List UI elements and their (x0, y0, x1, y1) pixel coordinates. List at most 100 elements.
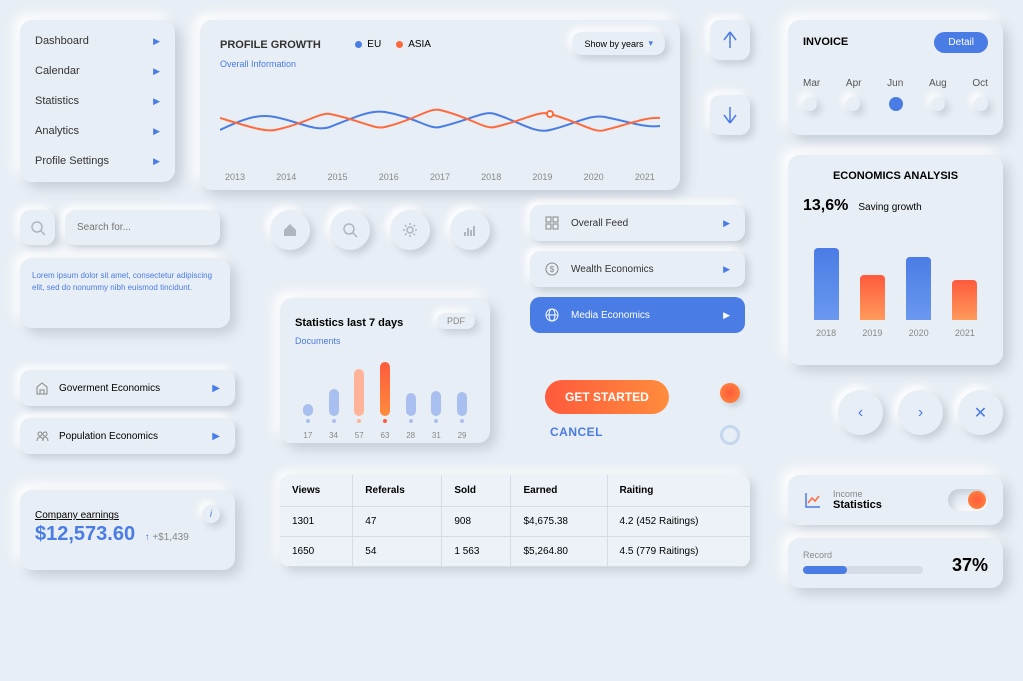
econ-x-axis: 2018201920202021 (803, 328, 988, 338)
month-radio[interactable] (931, 97, 945, 111)
econ-percent: 13,6% (803, 197, 848, 215)
month-radio[interactable] (846, 97, 860, 111)
chart-line-icon (803, 490, 823, 510)
dollar-icon: $ (545, 262, 559, 276)
prev-button[interactable]: ‹ (838, 390, 883, 435)
chart-x-axis: 201320142015201620172018201920202021 (220, 172, 660, 182)
sidebar-label: Dashboard (35, 35, 89, 47)
col-sold: Sold (442, 475, 511, 507)
cancel-button[interactable]: CANCEL (550, 425, 603, 439)
sidebar-label: Analytics (35, 125, 79, 137)
chevron-right-icon: ▶ (723, 264, 730, 275)
chart-subtitle: Overall Information (220, 59, 660, 69)
chevron-left-icon: ‹ (858, 404, 863, 422)
sidebar-item-analytics[interactable]: Analytics ▶ (20, 116, 175, 146)
orange-indicator-icon (720, 383, 740, 403)
show-by-label: Show by years (584, 39, 643, 49)
pdf-button[interactable]: PDF (437, 313, 475, 329)
close-button[interactable]: ✕ (958, 390, 1003, 435)
arrow-up-icon (722, 30, 738, 50)
legend-label: EU (367, 39, 381, 50)
arrow-down-button[interactable] (710, 95, 750, 135)
month-radio[interactable] (974, 97, 988, 111)
earnings-delta: ↑ +$1,439 (145, 532, 189, 543)
chart-icon-button[interactable] (450, 210, 490, 250)
gear-icon (402, 222, 418, 238)
search-icon (342, 222, 358, 238)
chevron-right-icon: › (918, 404, 923, 422)
icon-toolbar (270, 210, 490, 250)
legend-label: ASIA (408, 39, 431, 50)
earnings-title: Company earnings (35, 510, 119, 521)
legend-dot-eu (355, 41, 362, 48)
month-radio[interactable] (803, 97, 817, 111)
svg-text:$: $ (550, 265, 555, 274)
grid-icon (545, 216, 559, 230)
sidebar-item-calendar[interactable]: Calendar ▶ (20, 56, 175, 86)
stats-subtitle: Documents (295, 336, 475, 346)
close-icon: ✕ (974, 403, 987, 423)
info-icon[interactable]: i (202, 505, 220, 523)
next-button[interactable]: › (898, 390, 943, 435)
record-progress-card: Record 37% (788, 538, 1003, 588)
search-row (20, 210, 220, 245)
arrow-up-button[interactable] (710, 20, 750, 60)
feed-label: Overall Feed (571, 218, 628, 229)
sidebar-nav: Dashboard ▶ Calendar ▶ Statistics▶ Analyti… (20, 20, 175, 182)
goverment-economics-item[interactable]: Goverment Economics▶ (20, 370, 235, 406)
bar-chart-7 (295, 356, 475, 416)
col-earned: Earned (511, 475, 607, 507)
line-chart (220, 77, 660, 167)
nav-circle-row: ‹ › ✕ (838, 390, 1003, 435)
chevron-right-icon: ▶ (153, 126, 160, 137)
show-by-dropdown[interactable]: Show by years▾ (572, 32, 665, 55)
invoice-title: INVOICE (803, 36, 848, 48)
detail-button[interactable]: Detail (934, 32, 988, 53)
earnings-value: $12,573.60 (35, 523, 135, 545)
month-selector: MarAprJunAugOct (803, 78, 988, 89)
progress-value: 37% (952, 555, 988, 576)
chevron-right-icon: ▶ (153, 156, 160, 167)
progress-bar (803, 566, 923, 574)
settings-icon-button[interactable] (390, 210, 430, 250)
data-table-wrap: Views Referals Sold Earned Raiting 13014… (280, 475, 750, 567)
chevron-right-icon: ▶ (723, 310, 730, 321)
profile-growth-card: PROFILE GROWTH EU ASIA Show by years▾ Ov… (200, 20, 680, 190)
month-radio-active[interactable] (889, 97, 903, 111)
legend-dot-asia (396, 41, 403, 48)
economics-analysis-card: ECONOMICS ANALYSIS 13,6%Saving growth 20… (788, 155, 1003, 365)
search-icon-button[interactable] (330, 210, 370, 250)
col-views: Views (280, 475, 353, 507)
chevron-right-icon: ▶ (153, 96, 160, 107)
bar-labels: 17345763283129 (295, 431, 475, 440)
chevron-right-icon: ▶ (153, 36, 160, 47)
population-economics-item[interactable]: Population Economics▶ (20, 418, 235, 454)
feed-item-overall[interactable]: Overall Feed▶ (530, 205, 745, 241)
income-toggle[interactable] (948, 489, 988, 511)
sidebar-label: Profile Settings (35, 155, 109, 167)
arrow-down-icon (722, 105, 738, 125)
sidebar-item-dashboard[interactable]: Dashboard ▶ (20, 26, 175, 56)
feed-item-wealth[interactable]: $ Wealth Economics▶ (530, 251, 745, 287)
home-icon-button[interactable] (270, 210, 310, 250)
building-icon (35, 381, 49, 395)
search-input[interactable] (65, 210, 220, 245)
income-top-label: Income (833, 489, 882, 499)
info-card: Lorem ipsum dolor sit amet, consectetur … (20, 258, 230, 328)
sidebar-item-profile-settings[interactable]: Profile Settings ▶ (20, 146, 175, 176)
item-label: Goverment Economics (59, 383, 160, 394)
get-started-button[interactable]: GET STARTED (545, 380, 669, 414)
sidebar-item-statistics[interactable]: Statistics▶ (20, 86, 175, 116)
home-icon (282, 222, 298, 238)
income-stats-card: Income Statistics (788, 475, 1003, 525)
feed-nav: Overall Feed▶ $ Wealth Economics▶ Media … (530, 205, 745, 333)
chevron-right-icon: ▶ (153, 66, 160, 77)
econ-title: ECONOMICS ANALYSIS (803, 170, 988, 182)
chevron-right-icon: ▶ (212, 431, 220, 442)
feed-item-media[interactable]: Media Economics▶ (530, 297, 745, 333)
table-row: 130147908$4,675.384.2 (452 Raitings) (280, 507, 750, 537)
search-icon-button[interactable] (20, 210, 55, 245)
chart-title: PROFILE GROWTH (220, 39, 321, 51)
sidebar-label: Calendar (35, 65, 80, 77)
toggle-knob-icon (968, 491, 986, 509)
